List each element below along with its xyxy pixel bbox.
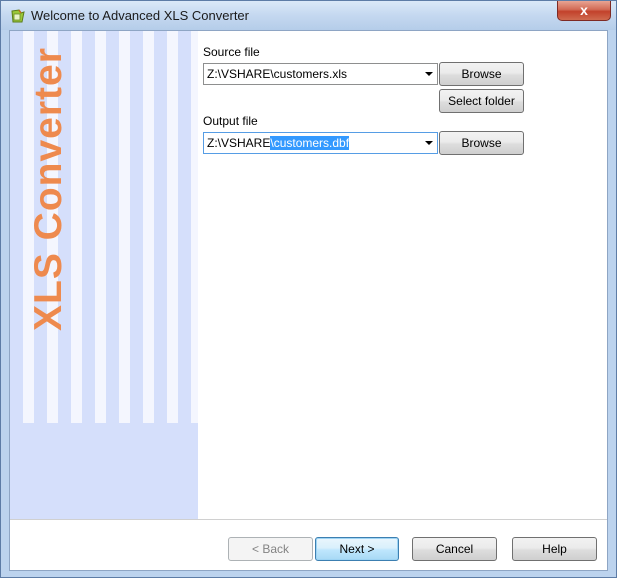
- title-bar[interactable]: Welcome to Advanced XLS Converter x: [1, 1, 616, 30]
- source-file-label: Source file: [203, 45, 260, 59]
- next-button[interactable]: Next >: [315, 537, 399, 561]
- close-button[interactable]: x: [557, 1, 611, 21]
- close-icon: x: [580, 2, 588, 18]
- app-icon: [11, 9, 25, 23]
- cancel-button[interactable]: Cancel: [412, 537, 497, 561]
- output-file-value-prefix: Z:\VSHARE: [207, 136, 271, 150]
- back-button[interactable]: < Back: [228, 537, 313, 561]
- output-dropdown-arrow-icon[interactable]: [425, 141, 433, 145]
- output-file-combo[interactable]: Z:\VSHARE\customers.dbf: [203, 132, 438, 154]
- output-file-label: Output file: [203, 114, 258, 128]
- source-file-combo[interactable]: Z:\VSHARE\customers.xls: [203, 63, 438, 85]
- footer-divider: [10, 519, 607, 520]
- output-file-value-selected: \customers.dbf: [270, 136, 350, 150]
- sidebar-banner-text: XLS Converter: [27, 47, 70, 331]
- dialog-client-area: XLS Converter Source file Z:\VSHARE\cust…: [9, 30, 608, 571]
- source-file-value: Z:\VSHARE\customers.xls: [207, 67, 348, 81]
- dialog-window: Welcome to Advanced XLS Converter x XLS …: [0, 0, 617, 578]
- output-browse-button[interactable]: Browse: [439, 131, 524, 155]
- source-browse-button[interactable]: Browse: [439, 62, 524, 86]
- source-dropdown-arrow-icon[interactable]: [425, 72, 433, 76]
- window-title: Welcome to Advanced XLS Converter: [31, 8, 249, 23]
- sidebar-panel: XLS Converter: [10, 31, 198, 519]
- select-folder-button[interactable]: Select folder: [439, 89, 524, 113]
- help-button[interactable]: Help: [512, 537, 597, 561]
